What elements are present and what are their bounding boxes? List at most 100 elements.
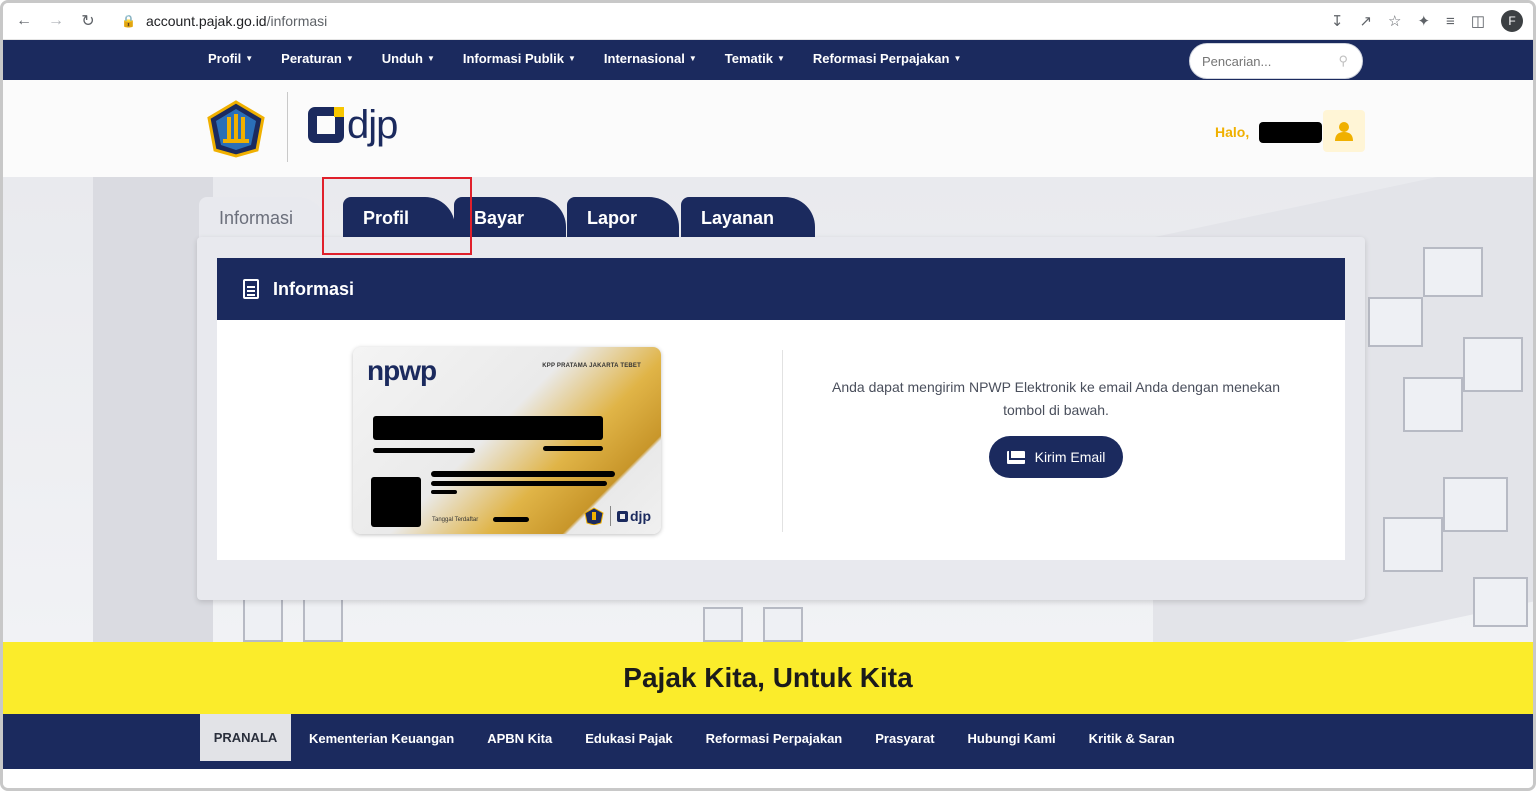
install-icon[interactable]: ↧ bbox=[1331, 12, 1344, 30]
search-input[interactable] bbox=[1202, 53, 1322, 69]
panel-header: Informasi bbox=[217, 258, 1345, 320]
nav-item-peraturan[interactable]: Peraturan ▼ bbox=[281, 51, 354, 66]
caret-down-icon: ▼ bbox=[688, 54, 697, 63]
tab-layanan[interactable]: Layanan bbox=[681, 197, 815, 239]
tab-label: Bayar bbox=[474, 207, 525, 228]
building-window bbox=[1443, 477, 1508, 532]
footer-link-apbn-kita[interactable]: APBN Kita bbox=[487, 731, 552, 746]
redacted-line bbox=[431, 481, 607, 486]
redacted-line bbox=[543, 446, 603, 451]
search-icon[interactable]: ⚲ bbox=[1338, 53, 1348, 69]
site-header: djp Halo, bbox=[3, 80, 1533, 177]
extensions-puzzle-icon[interactable]: ✦ bbox=[1417, 12, 1430, 30]
nav-label: Peraturan bbox=[281, 51, 342, 66]
informasi-panel: Informasi npwp KPP PRATAMA JAKARTA TEBET… bbox=[217, 258, 1345, 560]
footer-link-reformasi-perpajakan[interactable]: Reformasi Perpajakan bbox=[706, 731, 843, 746]
footer-navigation: PRANALA Kementerian Keuangan APBN Kita E… bbox=[3, 714, 1533, 769]
bookmark-star-icon[interactable]: ☆ bbox=[1388, 12, 1401, 30]
nav-label: Informasi Publik bbox=[462, 51, 564, 66]
building-window bbox=[243, 597, 283, 642]
nav-item-reformasi-perpajakan[interactable]: Reformasi Perpajakan ▼ bbox=[813, 51, 962, 66]
reload-icon[interactable]: ↻ bbox=[77, 10, 99, 32]
lock-icon: 🔒 bbox=[121, 14, 136, 28]
caret-down-icon: ▼ bbox=[245, 54, 254, 63]
url-path: /informasi bbox=[266, 13, 328, 29]
building-window bbox=[1383, 517, 1443, 572]
footer-link-edukasi-pajak[interactable]: Edukasi Pajak bbox=[585, 731, 672, 746]
djp-logo-mark bbox=[308, 107, 344, 143]
page-bottom bbox=[3, 769, 1533, 788]
card-logo: djp bbox=[584, 506, 651, 526]
redacted-username bbox=[1259, 122, 1322, 143]
footer-link-kementerian-keuangan[interactable]: Kementerian Keuangan bbox=[309, 731, 454, 746]
building-window bbox=[763, 607, 803, 642]
building-window bbox=[1463, 337, 1523, 392]
kpp-label: KPP PRATAMA JAKARTA TEBET bbox=[542, 363, 641, 369]
email-instruction-text: Anda dapat mengirim NPWP Elektronik ke e… bbox=[832, 379, 1280, 418]
send-email-label: Kirim Email bbox=[1034, 449, 1106, 465]
building-left bbox=[93, 177, 213, 642]
nav-item-internasional[interactable]: Internasional ▼ bbox=[604, 51, 697, 66]
npwp-brand: npwp bbox=[367, 355, 437, 386]
slogan-banner: Pajak Kita, Untuk Kita bbox=[3, 642, 1533, 714]
card-logo-divider bbox=[610, 506, 611, 526]
redacted-date bbox=[493, 517, 529, 522]
nav-item-informasi-publik[interactable]: Informasi Publik ▼ bbox=[463, 51, 576, 66]
tab-label: Informasi bbox=[219, 207, 294, 228]
caret-down-icon: ▼ bbox=[345, 54, 354, 63]
card-djp-mark bbox=[617, 510, 628, 522]
redacted-line bbox=[373, 448, 475, 453]
back-arrow-icon[interactable]: ← bbox=[13, 10, 35, 32]
side-panel-icon[interactable]: ◫ bbox=[1471, 12, 1485, 30]
building-window bbox=[1368, 297, 1423, 347]
nav-label: Profil bbox=[208, 51, 242, 66]
building-window bbox=[303, 597, 343, 642]
nav-label: Unduh bbox=[381, 51, 423, 66]
caret-down-icon: ▼ bbox=[953, 54, 962, 63]
reading-list-icon[interactable]: ≡ bbox=[1446, 13, 1455, 30]
nav-label: Reformasi Perpajakan bbox=[812, 51, 950, 66]
caret-down-icon: ▼ bbox=[568, 54, 576, 63]
caret-down-icon: ▼ bbox=[426, 54, 435, 63]
registered-date-label: Tanggal Terdaftar bbox=[432, 517, 479, 523]
nav-label: Tematik bbox=[724, 51, 773, 66]
profile-avatar[interactable]: F bbox=[1501, 10, 1523, 32]
redacted-npwp-number bbox=[373, 416, 603, 440]
footer-link-prasyarat[interactable]: Prasyarat bbox=[875, 731, 934, 746]
tab-lapor[interactable]: Lapor bbox=[567, 197, 679, 239]
send-email-button[interactable]: Kirim Email bbox=[989, 436, 1123, 478]
address-bar[interactable]: 🔒 account.pajak.go.id/informasi bbox=[121, 13, 327, 29]
forward-arrow-icon[interactable]: → bbox=[45, 10, 67, 32]
footer-link-hubungi-kami[interactable]: Hubungi Kami bbox=[968, 731, 1056, 746]
search-box: ⚲ bbox=[1189, 43, 1363, 79]
nav-label: Internasional bbox=[603, 51, 685, 66]
share-icon[interactable]: ↗ bbox=[1359, 12, 1372, 30]
redacted-line bbox=[431, 471, 615, 477]
document-icon bbox=[243, 279, 259, 299]
header-divider bbox=[287, 92, 288, 162]
envelope-icon bbox=[1006, 450, 1025, 464]
building-window bbox=[1473, 577, 1528, 627]
djp-logo-text: djp bbox=[347, 103, 398, 147]
panel-title: Informasi bbox=[273, 278, 355, 299]
greeting-text: Halo, bbox=[1215, 124, 1250, 140]
djp-logo[interactable]: djp bbox=[308, 103, 398, 147]
nav-item-profil[interactable]: Profil ▼ bbox=[208, 51, 253, 66]
tab-informasi[interactable]: Informasi bbox=[199, 197, 327, 239]
pranala-label: PRANALA bbox=[200, 714, 291, 761]
redacted-photo bbox=[371, 477, 421, 527]
building-window bbox=[1423, 247, 1483, 297]
annotation-highlight-box bbox=[322, 177, 472, 255]
browser-window: ← → ↻ 🔒 account.pajak.go.id/informasi ↧ … bbox=[0, 0, 1536, 791]
caret-down-icon: ▼ bbox=[776, 54, 785, 63]
browser-toolbar: ← → ↻ 🔒 account.pajak.go.id/informasi ↧ … bbox=[3, 3, 1533, 40]
panel-divider bbox=[782, 350, 783, 532]
url-domain: account.pajak.go.id bbox=[145, 13, 267, 29]
npwp-card-image: npwp KPP PRATAMA JAKARTA TEBET Tanggal T… bbox=[353, 347, 661, 534]
nav-item-tematik[interactable]: Tematik ▼ bbox=[725, 51, 785, 66]
building-window bbox=[1403, 377, 1463, 432]
tab-label: Lapor bbox=[587, 207, 638, 228]
user-menu-button[interactable] bbox=[1323, 110, 1365, 152]
nav-item-unduh[interactable]: Unduh ▼ bbox=[382, 51, 435, 66]
footer-link-kritik-saran[interactable]: Kritik & Saran bbox=[1089, 731, 1175, 746]
